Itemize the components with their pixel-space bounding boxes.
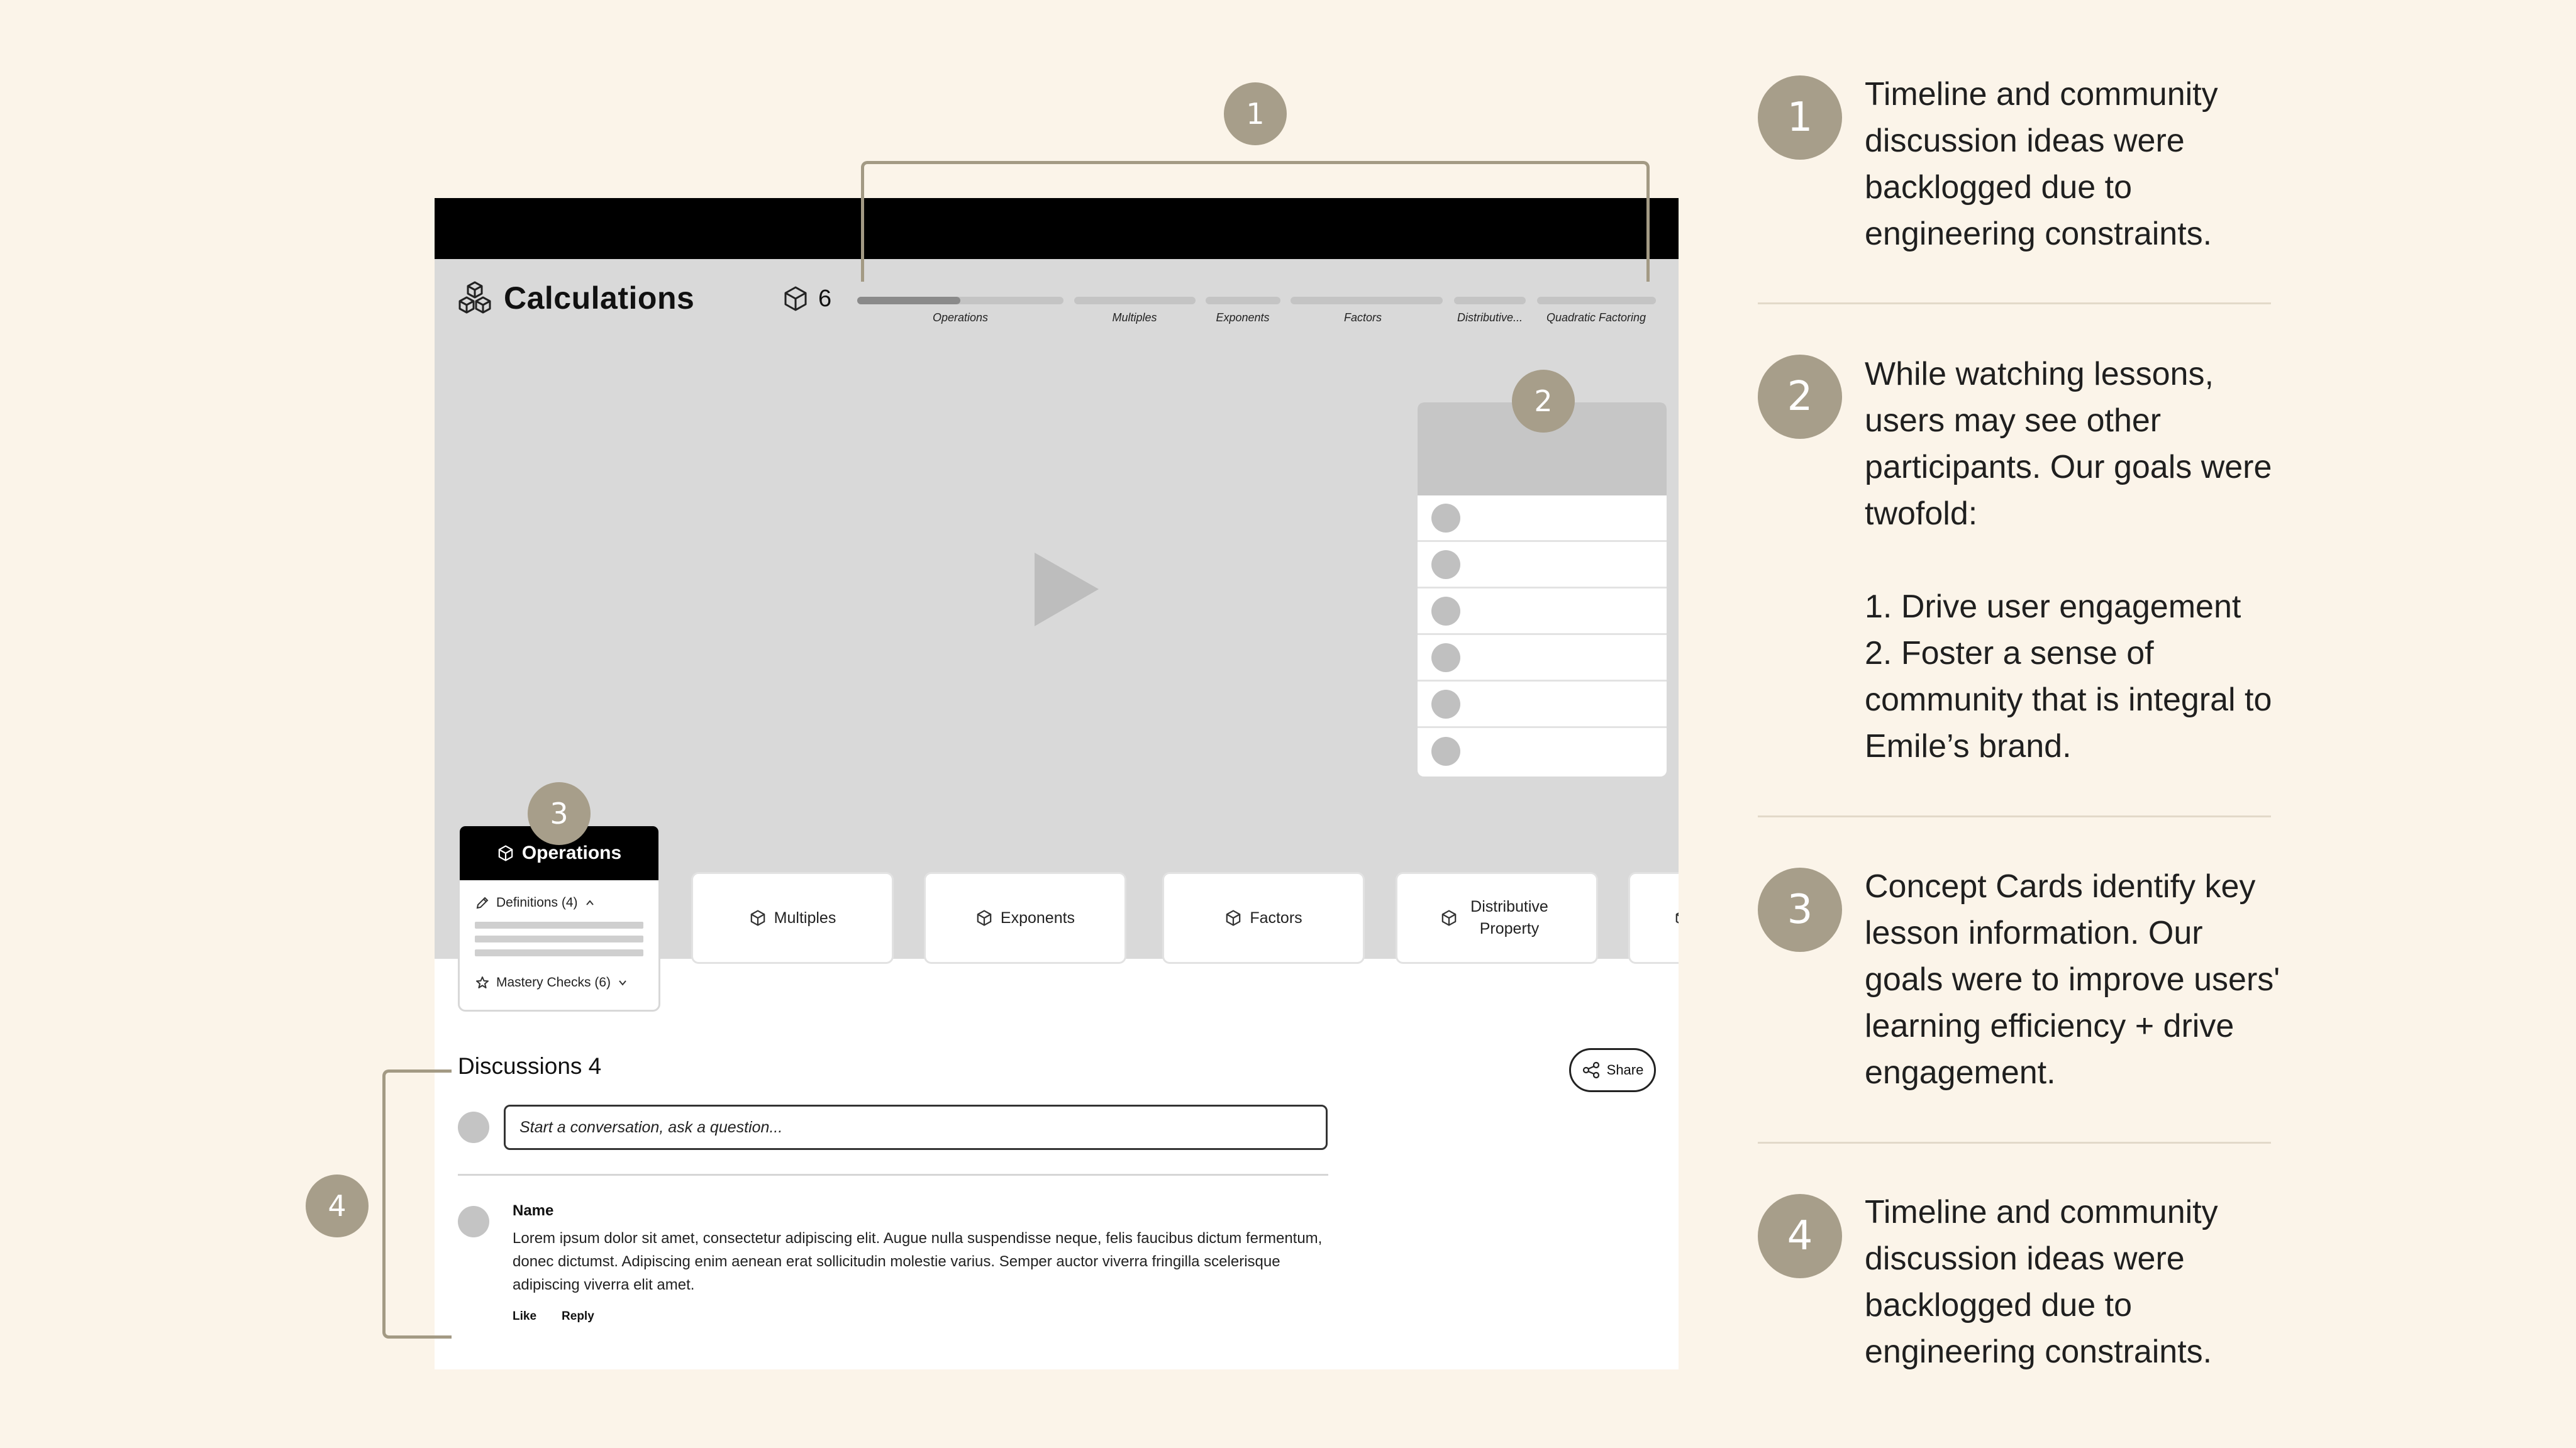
note-text-2: While watching lessons, users may see ot… xyxy=(1865,356,2272,765)
timeline-segment-operations[interactable] xyxy=(857,297,1063,304)
note-divider xyxy=(1758,815,2271,817)
play-icon[interactable] xyxy=(1032,550,1101,629)
concept-card-multiples[interactable]: Multiples xyxy=(691,872,894,964)
definitions-label: Definitions (4) xyxy=(496,895,578,910)
timeline-segment-exponents[interactable] xyxy=(1206,297,1280,304)
concept-card-label: Multiples xyxy=(774,909,836,927)
avatar xyxy=(1431,550,1460,579)
avatar xyxy=(1431,503,1460,533)
timeline-label: Exponents xyxy=(1216,311,1270,324)
definition-placeholder-line xyxy=(475,936,643,942)
discussion-input[interactable]: Start a conversation, ask a question... xyxy=(504,1105,1328,1150)
timeline-label: Quadratic Factoring xyxy=(1546,311,1646,324)
logo-cubes-icon xyxy=(458,281,491,314)
cube-icon xyxy=(1226,910,1241,926)
participant-row[interactable] xyxy=(1418,728,1667,775)
definitions-toggle[interactable]: Definitions (4) xyxy=(460,895,658,910)
note-badge-2: 2 xyxy=(1758,355,1842,439)
mastery-checks-label: Mastery Checks (6) xyxy=(496,975,611,990)
avatar xyxy=(1431,596,1460,626)
app-title: Calculations xyxy=(504,280,695,316)
comment-author: Name xyxy=(513,1202,554,1219)
concept-card-label: Factors xyxy=(1250,909,1302,927)
cube-count-value: 6 xyxy=(818,285,832,312)
pencil-icon xyxy=(476,897,489,909)
timeline-segment-multiples[interactable] xyxy=(1074,297,1196,304)
note-text-3: Concept Cards identify key lesson inform… xyxy=(1865,868,2280,1091)
avatar xyxy=(1431,689,1460,719)
share-icon xyxy=(1582,1061,1599,1079)
mastery-checks-toggle[interactable]: Mastery Checks (6) xyxy=(460,975,658,990)
cube-icon xyxy=(1675,912,1679,924)
reply-button[interactable]: Reply xyxy=(562,1310,594,1324)
timeline-segment-quadratic[interactable] xyxy=(1537,297,1656,304)
participant-row[interactable] xyxy=(1418,635,1667,682)
note-divider xyxy=(1758,302,2271,304)
timeline-segment-distributive[interactable] xyxy=(1454,297,1526,304)
callout-badge-3: 3 xyxy=(528,782,591,845)
timeline-progress xyxy=(857,297,960,304)
note-text-4: Timeline and community discussion ideas … xyxy=(1865,1194,2218,1370)
cube-count: 6 xyxy=(782,285,831,312)
callout-badge-1: 1 xyxy=(1224,82,1287,145)
callout-bracket-timeline xyxy=(861,161,1650,282)
timeline-label: Factors xyxy=(1343,311,1382,324)
cube-icon xyxy=(977,910,992,926)
concept-card-factors[interactable]: Factors xyxy=(1162,872,1365,964)
concept-card-exponents[interactable]: Exponents xyxy=(924,872,1126,964)
definition-placeholder-line xyxy=(475,922,643,929)
timeline-label: Operations xyxy=(932,311,989,324)
share-button[interactable]: Share xyxy=(1569,1048,1656,1092)
definition-placeholder-line xyxy=(475,949,643,956)
note-badge-4: 4 xyxy=(1758,1194,1842,1278)
star-icon xyxy=(476,976,489,988)
cube-icon xyxy=(784,286,807,311)
concept-card-operations[interactable]: Operations Definitions (4) Mastery Check… xyxy=(458,824,660,1012)
chevron-down-icon xyxy=(619,980,626,986)
share-label: Share xyxy=(1606,1062,1644,1078)
cube-icon xyxy=(750,910,765,926)
discussions-title: Discussions 4 xyxy=(458,1053,602,1079)
avatar xyxy=(1431,737,1460,766)
participants-panel xyxy=(1418,402,1667,777)
comment-body: Lorem ipsum dolor sit amet, consectetur … xyxy=(513,1230,1323,1293)
participant-row[interactable] xyxy=(1418,682,1667,728)
timeline-segment-factors[interactable] xyxy=(1291,297,1443,304)
timeline-label: Distributive... xyxy=(1457,311,1523,324)
timeline-label: Multiples xyxy=(1112,311,1157,324)
app-header: Calculations xyxy=(457,280,694,316)
concept-card-label: Distributive Property xyxy=(1470,898,1548,937)
participant-row[interactable] xyxy=(1418,495,1667,542)
wireframe-frame: Calculations 6 Operations Multiples Expo… xyxy=(435,198,1679,1369)
participant-row[interactable] xyxy=(1418,542,1667,589)
concept-card-next[interactable] xyxy=(1628,872,1679,964)
note-badge-1: 1 xyxy=(1758,75,1842,160)
concept-card-label: Exponents xyxy=(1000,909,1075,927)
concept-card-distributive[interactable]: Distributive Property xyxy=(1396,872,1598,964)
note-badge-3: 3 xyxy=(1758,868,1842,952)
divider xyxy=(458,1174,1328,1176)
avatar xyxy=(458,1206,489,1237)
avatar xyxy=(458,1112,489,1143)
callout-bracket-discussions xyxy=(382,1069,452,1339)
chevron-up-icon xyxy=(586,900,594,905)
concept-card-title: Operations xyxy=(521,843,622,863)
avatar xyxy=(1431,643,1460,672)
note-divider xyxy=(1758,1142,2271,1144)
discussion-input-placeholder: Start a conversation, ask a question... xyxy=(519,1118,783,1136)
participant-row[interactable] xyxy=(1418,589,1667,635)
like-button[interactable]: Like xyxy=(513,1310,536,1324)
callout-badge-2: 2 xyxy=(1512,370,1575,433)
cube-icon xyxy=(498,845,513,861)
cube-icon xyxy=(1441,910,1457,926)
comment-actions: Like Reply xyxy=(513,1310,594,1324)
note-text-1: Timeline and community discussion ideas … xyxy=(1865,76,2218,252)
callout-badge-4: 4 xyxy=(306,1174,369,1237)
